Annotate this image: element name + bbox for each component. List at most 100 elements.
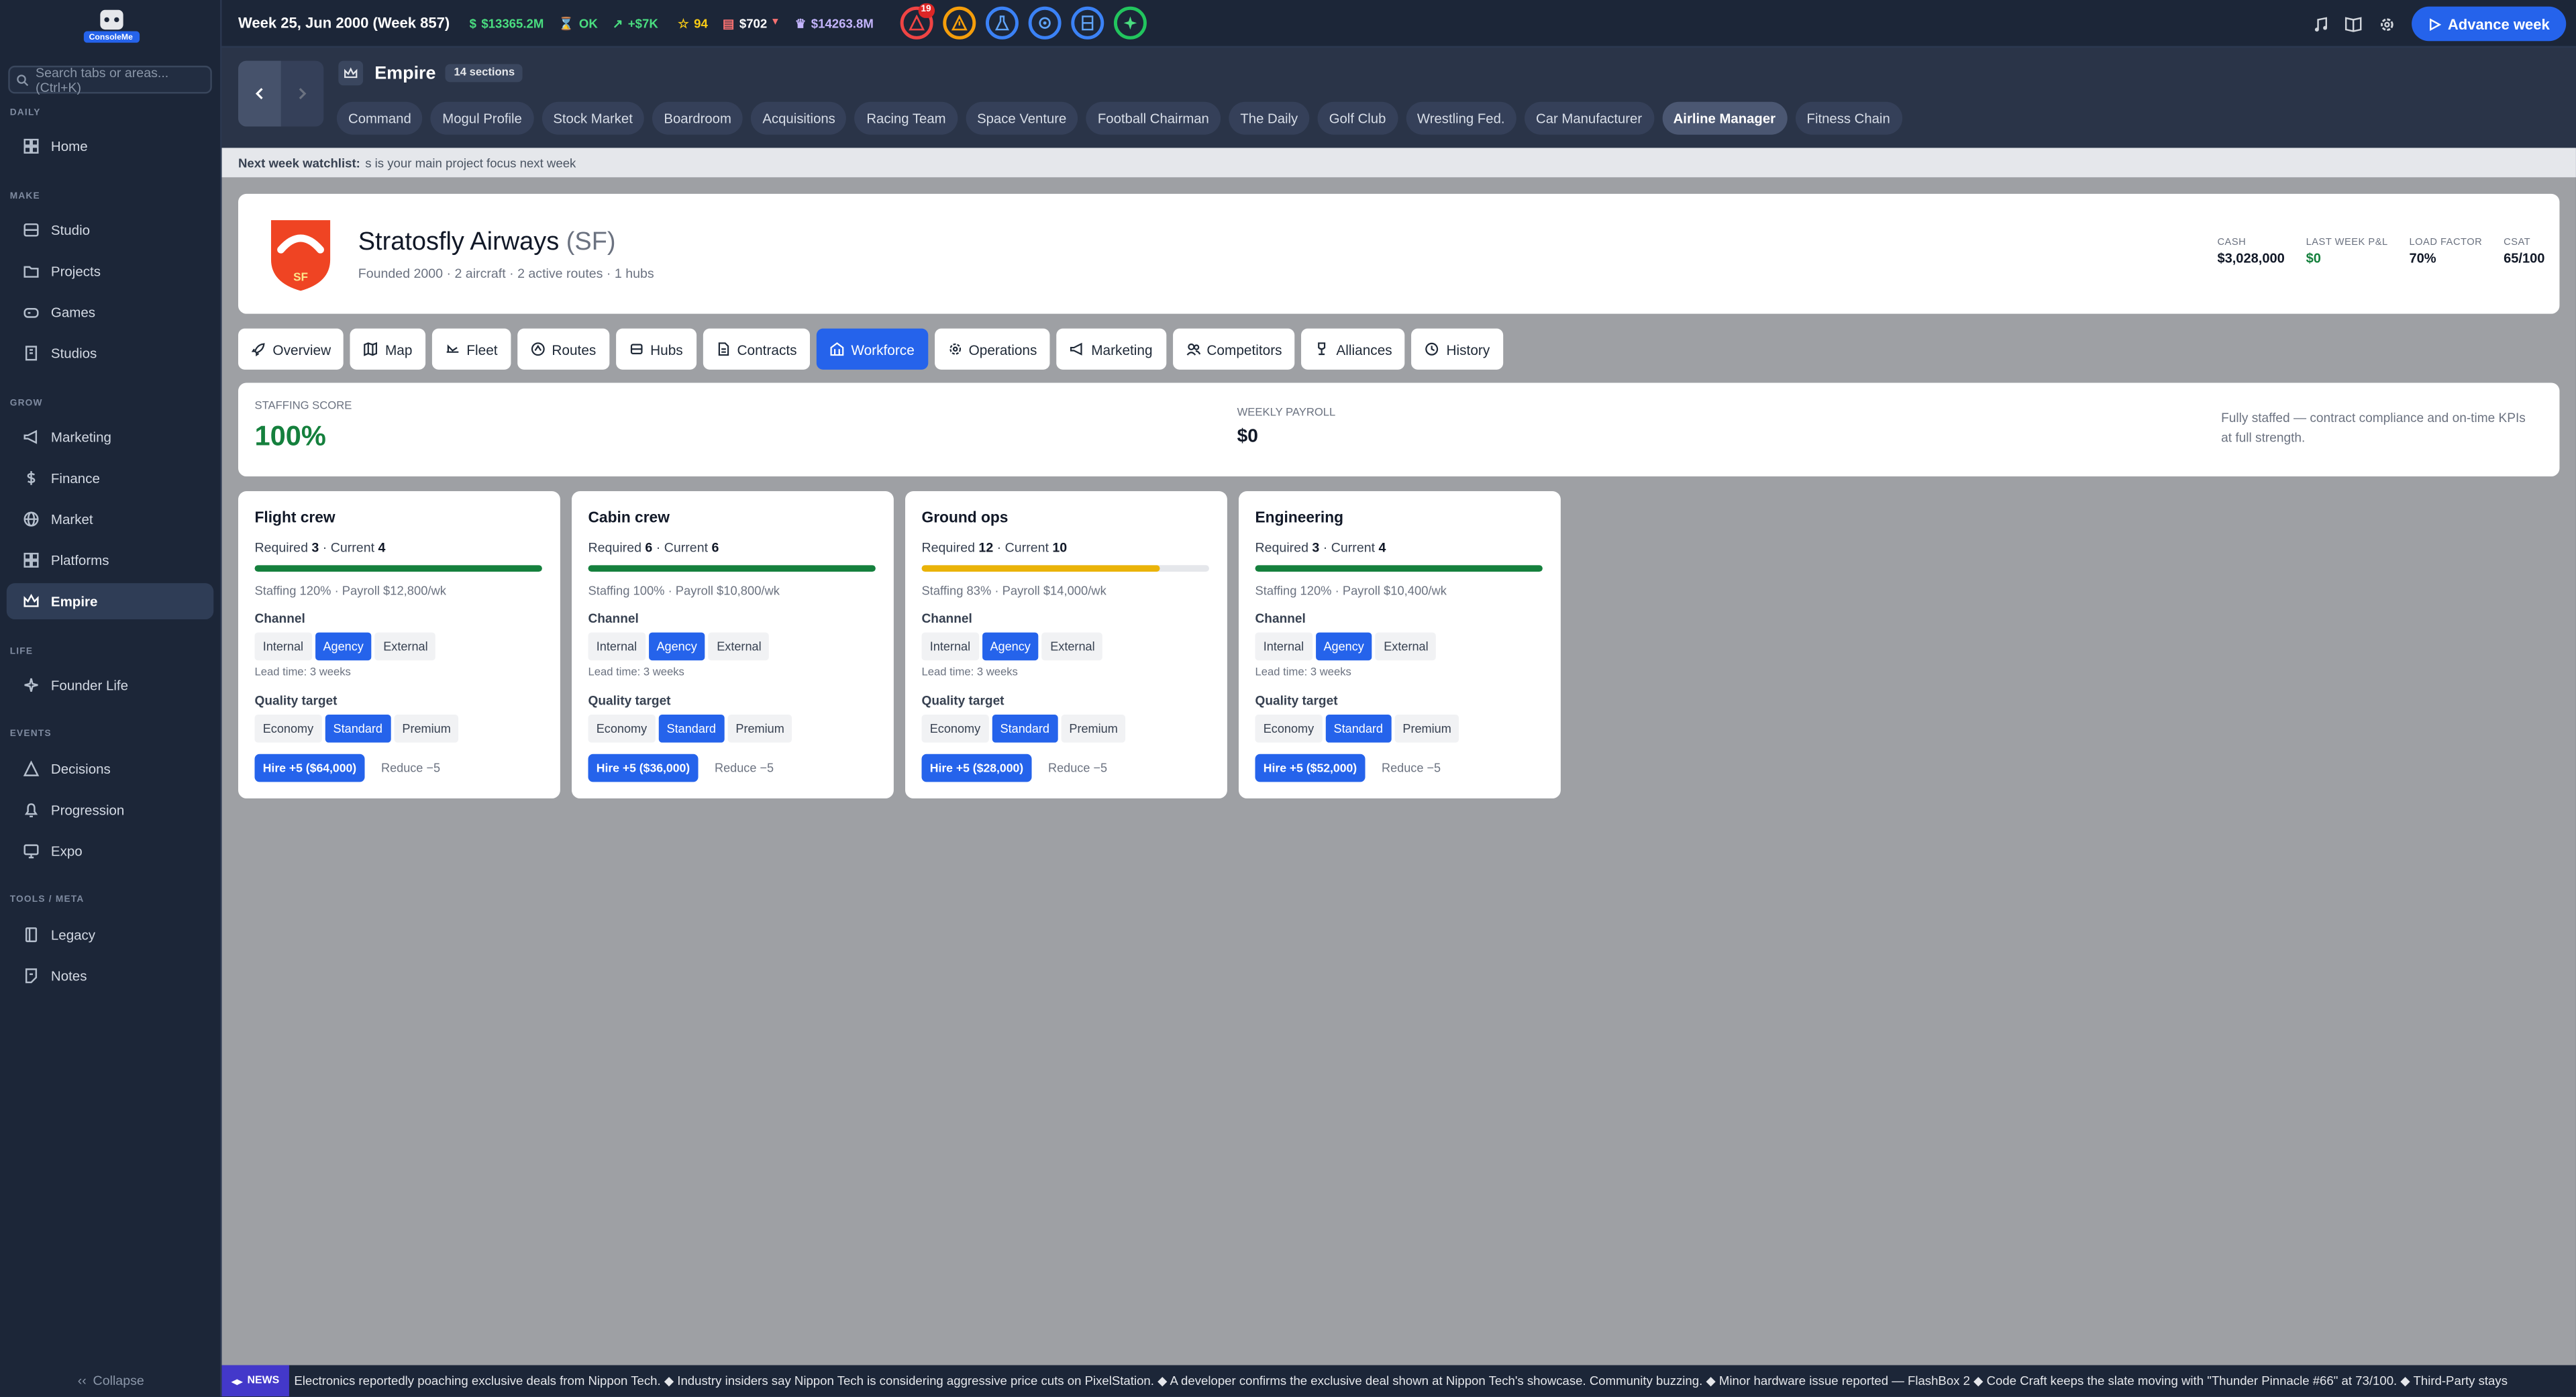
reel-button[interactable]	[1070, 6, 1104, 40]
sidebar-item-expo[interactable]: Expo	[7, 833, 213, 869]
sidebar-item-platforms[interactable]: Platforms	[7, 542, 213, 578]
channel-option-agency[interactable]: Agency	[1315, 632, 1373, 661]
quality-option-premium[interactable]: Premium	[1394, 715, 1460, 743]
tab-command[interactable]: Command	[336, 101, 423, 135]
crown-icon	[23, 594, 39, 607]
subtab-alliances[interactable]: Alliances	[1301, 328, 1406, 370]
advance-week-button[interactable]: Advance week	[2411, 6, 2567, 42]
channel-option-agency[interactable]: Agency	[315, 632, 372, 661]
quality-option-standard[interactable]: Standard	[1325, 715, 1392, 743]
sidebar-item-empire[interactable]: Empire	[6, 583, 214, 620]
sidebar-item-progression[interactable]: Progression	[7, 792, 213, 828]
sidebar-item-projects[interactable]: Projects	[7, 253, 213, 289]
hire-button[interactable]: Hire +5 ($52,000)	[1255, 754, 1366, 782]
music-button[interactable]	[2306, 9, 2336, 38]
sidebar-item-marketing[interactable]: Marketing	[7, 419, 213, 455]
back-button[interactable]	[238, 60, 281, 127]
quality-option-standard[interactable]: Standard	[992, 715, 1058, 743]
tab-fitness-chain[interactable]: Fitness Chain	[1795, 101, 1902, 135]
subtab-label: Alliances	[1336, 341, 1392, 358]
channel-option-internal[interactable]: Internal	[588, 632, 646, 661]
sidebar-item-games[interactable]: Games	[7, 294, 213, 330]
sidebar-item-founder-life[interactable]: Founder Life	[7, 667, 213, 703]
tab-mogul-profile[interactable]: Mogul Profile	[431, 101, 533, 135]
tab-the-daily[interactable]: The Daily	[1229, 101, 1310, 135]
sidebar-item-notes[interactable]: Notes	[7, 958, 213, 994]
channel-option-internal[interactable]: Internal	[1255, 632, 1312, 661]
quality-option-standard[interactable]: Standard	[658, 715, 725, 743]
tab-airline-manager[interactable]: Airline Manager	[1661, 101, 1788, 135]
sidebar-item-home[interactable]: Home	[7, 128, 213, 164]
channel-option-internal[interactable]: Internal	[254, 632, 312, 661]
book-button[interactable]	[2339, 9, 2369, 38]
tab-wrestling-fed-[interactable]: Wrestling Fed.	[1405, 101, 1516, 135]
sidebar-item-decisions[interactable]: Decisions	[7, 751, 213, 787]
subtab-fleet[interactable]: Fleet	[431, 328, 511, 370]
settings-button[interactable]	[1027, 6, 1061, 40]
tab-car-manufacturer[interactable]: Car Manufacturer	[1524, 101, 1654, 135]
subtab-overview[interactable]: Overview	[238, 328, 344, 370]
search-placeholder: Search tabs or areas... (Ctrl+K)	[36, 64, 169, 95]
quality-option-premium[interactable]: Premium	[394, 715, 460, 743]
tab-golf-club[interactable]: Golf Club	[1317, 101, 1398, 135]
quality-option-economy[interactable]: Economy	[588, 715, 656, 743]
subtab-workforce[interactable]: Workforce	[816, 328, 928, 370]
app-logo[interactable]: ConsoleMe	[0, 0, 222, 51]
top-bar: Week 25, Jun 2000 (Week 857) $ $13365.2M …	[221, 0, 2576, 48]
tab-space-venture[interactable]: Space Venture	[965, 101, 1078, 135]
tab-football-chairman[interactable]: Football Chairman	[1086, 101, 1221, 135]
tab-boardroom[interactable]: Boardroom	[652, 101, 743, 135]
quality-option-economy[interactable]: Economy	[921, 715, 989, 743]
watchlist-text: s is your main project focus next week	[365, 155, 576, 170]
subtab-contracts[interactable]: Contracts	[703, 328, 811, 370]
channel-option-external[interactable]: External	[708, 632, 770, 661]
kpi-value: 65/100	[2504, 251, 2545, 266]
tab-stock-market[interactable]: Stock Market	[542, 101, 645, 135]
subtab-history[interactable]: History	[1412, 328, 1503, 370]
subtab-marketing[interactable]: Marketing	[1056, 328, 1166, 370]
subtab-competitors[interactable]: Competitors	[1172, 328, 1296, 370]
search-input[interactable]: Search tabs or areas... (Ctrl+K)	[8, 64, 212, 95]
tab-acquisitions[interactable]: Acquisitions	[751, 101, 847, 135]
channel-option-external[interactable]: External	[1041, 632, 1103, 661]
sidebar-item-legacy[interactable]: Legacy	[7, 917, 213, 953]
growth-button[interactable]	[1113, 6, 1147, 40]
kpi-value: 70%	[2409, 251, 2436, 266]
alerts-button[interactable]: 19	[899, 3, 935, 40]
reduce-button[interactable]: Reduce −5	[381, 761, 440, 776]
gear-button[interactable]	[2372, 9, 2402, 38]
channel-option-internal[interactable]: Internal	[921, 632, 979, 661]
hire-button[interactable]: Hire +5 ($28,000)	[921, 754, 1032, 782]
hire-button[interactable]: Hire +5 ($36,000)	[588, 754, 699, 782]
quality-selector: Economy Standard Premium	[921, 715, 1129, 743]
subtab-label: Competitors	[1206, 341, 1282, 358]
collapse-button[interactable]: ‹‹ Collapse	[0, 1365, 222, 1397]
warnings-button[interactable]	[942, 6, 976, 40]
sidebar-item-finance[interactable]: Finance	[7, 460, 213, 497]
sidebar-item-studio[interactable]: Studio	[7, 212, 213, 248]
subtab-map[interactable]: Map	[350, 328, 426, 370]
tab-racing-team[interactable]: Racing Team	[855, 101, 958, 135]
grid-icon	[23, 552, 39, 568]
research-button[interactable]	[985, 6, 1019, 40]
channel-option-external[interactable]: External	[374, 632, 436, 661]
forward-button[interactable]	[281, 61, 324, 127]
quality-option-premium[interactable]: Premium	[727, 715, 793, 743]
channel-option-external[interactable]: External	[1375, 632, 1437, 661]
reduce-button[interactable]: Reduce −5	[715, 761, 774, 776]
subtab-hubs[interactable]: Hubs	[615, 328, 697, 370]
reduce-button[interactable]: Reduce −5	[1382, 761, 1441, 776]
quality-option-standard[interactable]: Standard	[325, 715, 391, 743]
quality-option-economy[interactable]: Economy	[1255, 715, 1323, 743]
quality-option-economy[interactable]: Economy	[254, 715, 322, 743]
quality-option-premium[interactable]: Premium	[1061, 715, 1127, 743]
hire-button[interactable]: Hire +5 ($64,000)	[254, 754, 365, 782]
sidebar-item-market[interactable]: Market	[7, 501, 213, 537]
channel-option-agency[interactable]: Agency	[648, 632, 706, 661]
sidebar-item-studios[interactable]: Studios	[7, 335, 213, 371]
subtab-operations[interactable]: Operations	[934, 328, 1050, 370]
channel-option-agency[interactable]: Agency	[982, 632, 1039, 661]
subtab-routes[interactable]: Routes	[517, 328, 609, 370]
reduce-button[interactable]: Reduce −5	[1048, 761, 1107, 776]
staffing-info: Staffing 120% · Payroll $12,800/wk	[254, 583, 446, 599]
